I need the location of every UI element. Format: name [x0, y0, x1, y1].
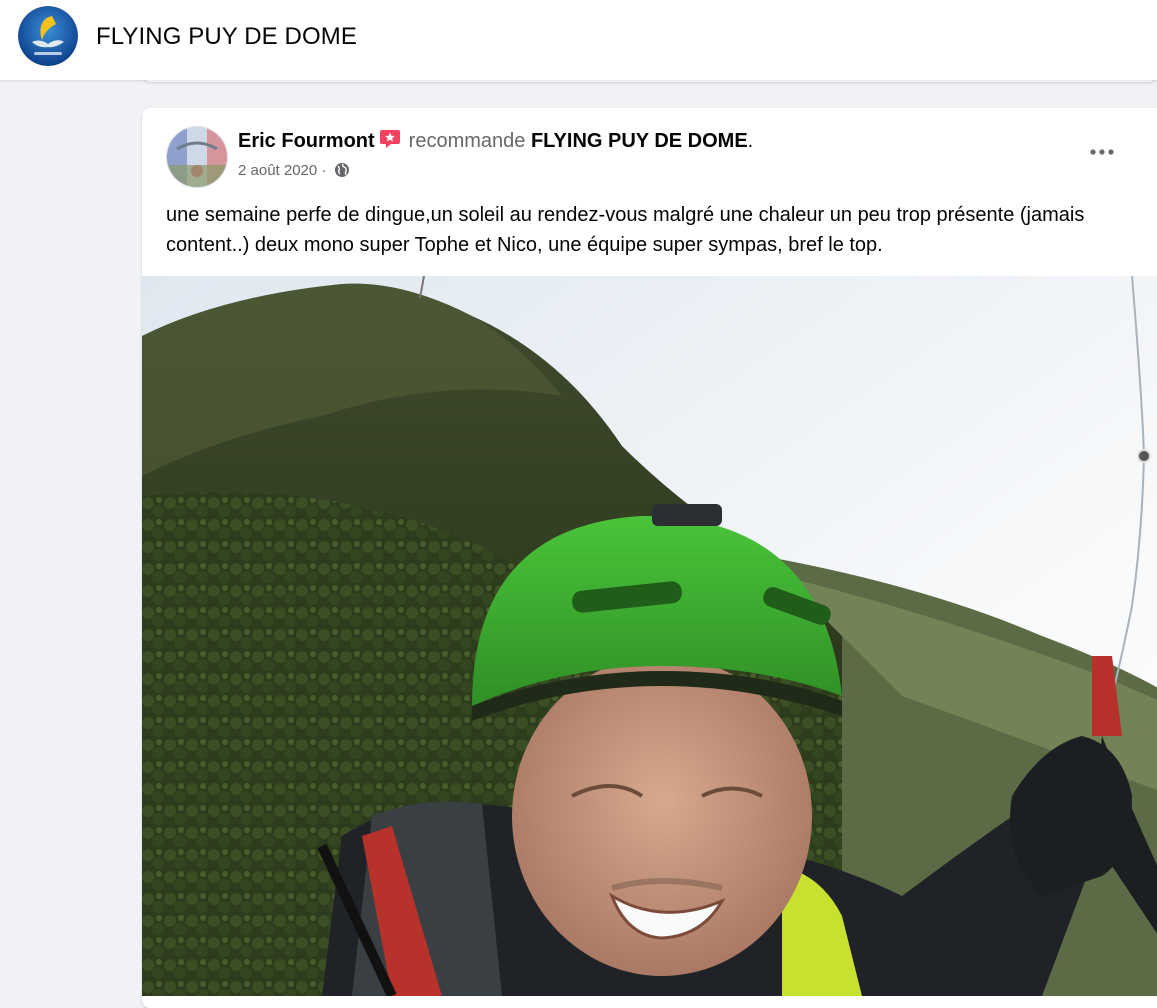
more-options-icon [1090, 149, 1114, 155]
recommended-page-link[interactable]: FLYING PUY DE DOME [531, 130, 748, 152]
paragliding-selfie-photo [142, 276, 1157, 996]
author-avatar[interactable] [166, 126, 228, 188]
post-date[interactable]: 2 août 2020 · [238, 162, 326, 179]
recommend-badge-icon [379, 128, 401, 150]
post-body-text: une semaine perfe de dingue,un soleil au… [166, 204, 1085, 256]
page-logo[interactable] [18, 6, 78, 66]
header-period: . [747, 130, 754, 152]
page-logo-icon [18, 6, 78, 66]
recommend-action-text: recommande [408, 130, 526, 152]
more-options-button[interactable] [1082, 134, 1122, 170]
author-avatar-icon [167, 127, 227, 187]
post-photo[interactable] [142, 276, 1157, 996]
post-header: Eric Fourmont recommande FLYING PUY DE DO… [238, 128, 753, 153]
page-title[interactable]: FLYING PUY DE DOME [96, 23, 357, 51]
recommendation-post-card: Eric Fourmont recommande FLYING PUY DE DO… [142, 108, 1157, 1008]
author-name[interactable]: Eric Fourmont [238, 130, 375, 152]
post-meta: 2 août 2020 · [238, 162, 350, 179]
page-header-bar: FLYING PUY DE DOME [0, 0, 1157, 80]
globe-icon[interactable] [334, 162, 350, 178]
